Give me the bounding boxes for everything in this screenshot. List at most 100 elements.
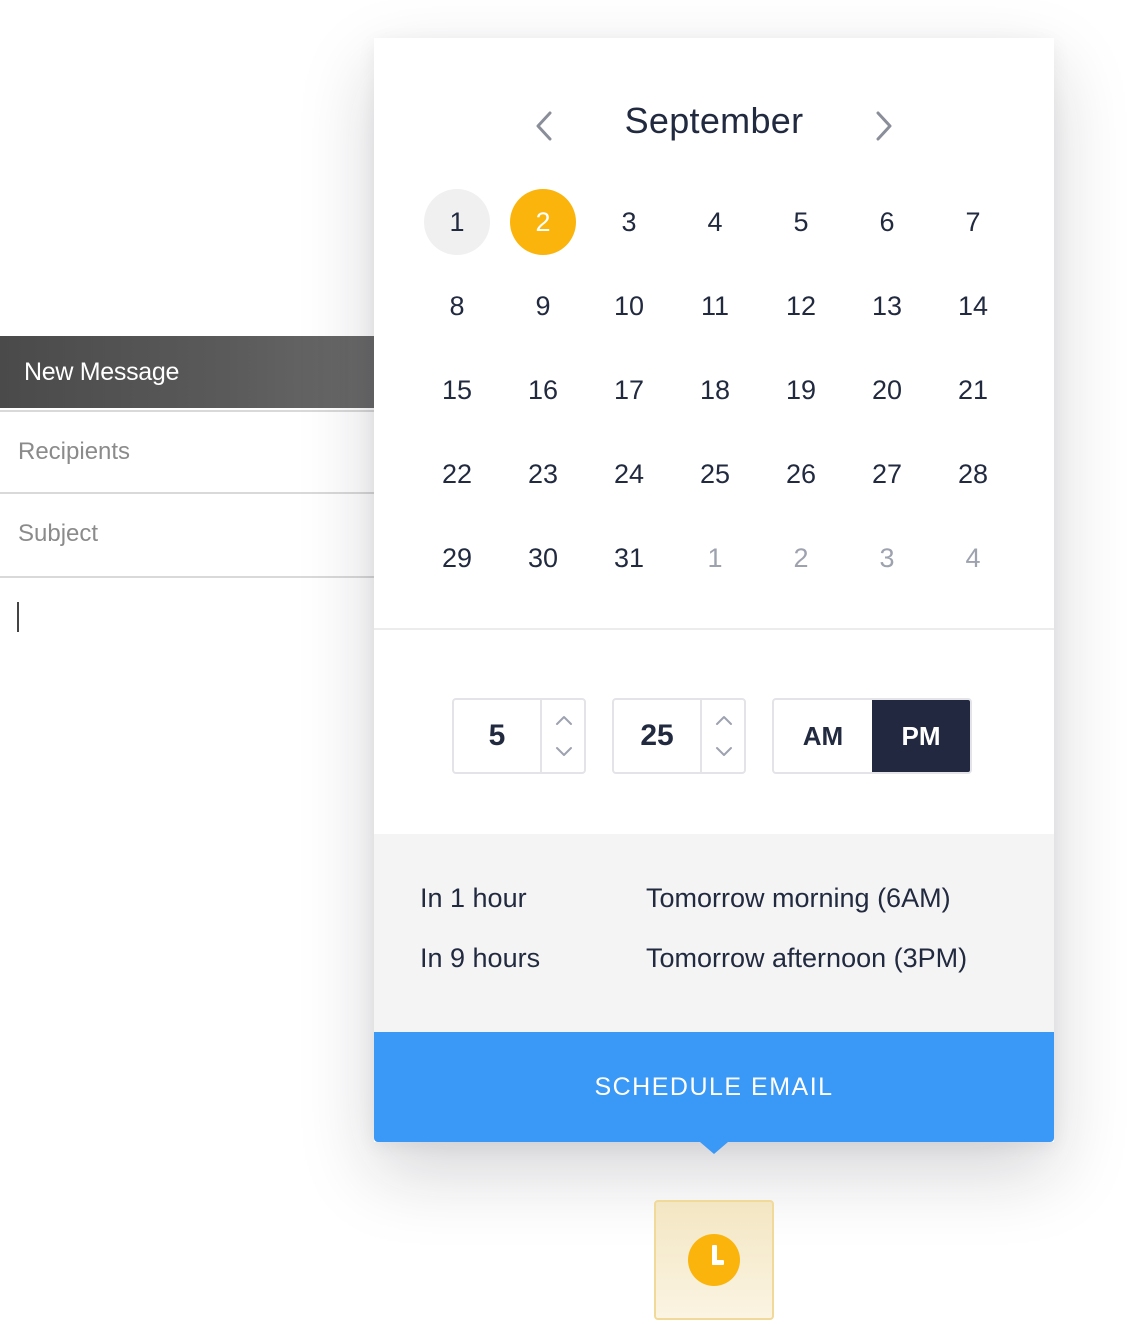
calendar-day[interactable]: 28 (930, 432, 1016, 516)
month-navigation: September (374, 86, 1054, 166)
calendar-day-label: 19 (785, 374, 817, 405)
calendar-day-label: 23 (527, 458, 559, 489)
hour-value[interactable]: 5 (454, 700, 540, 772)
quick-option-in-1-hour[interactable]: In 1 hour (420, 883, 527, 914)
calendar-day-label: 31 (613, 542, 645, 573)
hour-down-button[interactable] (542, 734, 586, 770)
calendar-day-label: 3 (879, 542, 895, 573)
calendar-week-row: 15 16 17 18 19 20 21 (414, 348, 1018, 432)
calendar-day[interactable]: 18 (672, 348, 758, 432)
calendar-day-label: 30 (527, 542, 559, 573)
calendar-day-label: 20 (871, 374, 903, 405)
am-button[interactable]: AM (774, 700, 872, 772)
calendar-day[interactable]: 7 (930, 180, 1016, 264)
time-picker: 5 25 AM PM (374, 698, 1054, 774)
minute-spinner[interactable]: 25 (612, 698, 746, 774)
calendar-day[interactable]: 31 (586, 516, 672, 600)
calendar-day[interactable]: 26 (758, 432, 844, 516)
compose-window: New Message Recipients Subject (0, 336, 380, 736)
popup-pointer (700, 1142, 728, 1154)
minute-down-button[interactable] (702, 734, 746, 770)
quick-option-in-9-hours[interactable]: In 9 hours (420, 943, 540, 974)
calendar-day[interactable]: 4 (672, 180, 758, 264)
hour-up-button[interactable] (542, 702, 586, 738)
calendar-day[interactable]: 16 (500, 348, 586, 432)
calendar-week-row: 29 30 31 1 2 3 4 (414, 516, 1018, 600)
calendar-day-label: 11 (700, 290, 730, 321)
calendar-day[interactable]: 9 (500, 264, 586, 348)
calendar-day-label: 24 (613, 458, 645, 489)
schedule-popup: September 1 2 3 4 5 6 7 8 9 10 11 12 13 14 15 16 17 18 19 2… (374, 38, 1054, 1154)
minute-up-button[interactable] (702, 702, 746, 738)
calendar-day-label: 26 (785, 458, 817, 489)
calendar-week-row: 12 3 4 5 6 7 (414, 180, 1018, 264)
calendar-day-label: 16 (527, 374, 559, 405)
hour-spinner[interactable]: 5 (452, 698, 586, 774)
calendar-day-muted[interactable]: 3 (844, 516, 930, 600)
calendar-day-muted[interactable]: 1 (672, 516, 758, 600)
calendar-day[interactable]: 6 (844, 180, 930, 264)
calendar-grid: 1 2 3 4 5 6 7 8 9 10 11 12 13 14 15 16 17 18 19 20 21 22 23 24 2… (414, 180, 1018, 600)
calendar-day-label: 13 (871, 290, 903, 321)
chevron-up-icon (556, 716, 572, 725)
calendar-day-label: 17 (613, 374, 645, 405)
calendar-day[interactable]: 13 (844, 264, 930, 348)
chevron-down-icon (716, 747, 732, 756)
schedule-email-button[interactable]: SCHEDULE EMAIL (374, 1032, 1054, 1142)
calendar-day-selected[interactable]: 2 (500, 180, 586, 264)
pm-button[interactable]: PM (872, 700, 970, 772)
calendar-day[interactable]: 8 (414, 264, 500, 348)
quick-option-tomorrow-morning[interactable]: Tomorrow morning (6AM) (646, 883, 951, 914)
calendar-day-label: 6 (879, 206, 895, 237)
schedule-trigger-button[interactable] (654, 1200, 774, 1320)
calendar-week-row: 22 23 24 25 26 27 28 (414, 432, 1018, 516)
calendar-day[interactable]: 29 (414, 516, 500, 600)
calendar-day[interactable]: 27 (844, 432, 930, 516)
clock-icon (688, 1234, 740, 1286)
calendar-day-label: 3 (621, 206, 637, 237)
calendar-day[interactable]: 17 (586, 348, 672, 432)
calendar-day[interactable]: 25 (672, 432, 758, 516)
calendar-day[interactable]: 22 (414, 432, 500, 516)
calendar-day[interactable]: 24 (586, 432, 672, 516)
calendar-day-label: 1 (424, 189, 490, 255)
subject-field[interactable]: Subject (0, 494, 374, 578)
calendar-day[interactable]: 5 (758, 180, 844, 264)
quick-option-tomorrow-afternoon[interactable]: Tomorrow afternoon (3PM) (646, 943, 967, 974)
am-pm-toggle: AM PM (772, 698, 972, 774)
compose-title: New Message (0, 336, 374, 408)
calendar-day-label: 29 (441, 542, 473, 573)
calendar-day-label: 10 (613, 290, 645, 321)
calendar-day-label: 22 (441, 458, 473, 489)
calendar-day-label: 7 (965, 206, 981, 237)
calendar-day-label: 2 (510, 189, 576, 255)
calendar-day-muted[interactable]: 2 (758, 516, 844, 600)
recipients-field[interactable]: Recipients (0, 410, 374, 494)
prev-month-button[interactable] (524, 106, 564, 146)
quick-options: In 1 hour In 9 hours Tomorrow morning (6… (374, 834, 1054, 1032)
next-month-button[interactable] (864, 106, 904, 146)
calendar-day[interactable]: 3 (586, 180, 672, 264)
calendar-day[interactable]: 30 (500, 516, 586, 600)
calendar-day-muted[interactable]: 4 (930, 516, 1016, 600)
calendar-day[interactable]: 20 (844, 348, 930, 432)
calendar-day[interactable]: 14 (930, 264, 1016, 348)
calendar-day-label: 12 (785, 290, 817, 321)
minute-value[interactable]: 25 (614, 700, 700, 772)
calendar-day[interactable]: 12 (758, 264, 844, 348)
calendar-day-label: 25 (699, 458, 731, 489)
calendar-day-label: 18 (699, 374, 731, 405)
calendar-day[interactable]: 11 (672, 264, 758, 348)
calendar-day-label: 27 (871, 458, 903, 489)
calendar-day[interactable]: 15 (414, 348, 500, 432)
calendar-day[interactable]: 19 (758, 348, 844, 432)
calendar-day[interactable]: 21 (930, 348, 1016, 432)
calendar-day-today[interactable]: 1 (414, 180, 500, 264)
calendar-day[interactable]: 10 (586, 264, 672, 348)
body-text-cursor[interactable] (17, 602, 19, 632)
calendar-day-label: 14 (957, 290, 989, 321)
calendar-day-label: 2 (793, 542, 809, 573)
calendar-day-label: 1 (707, 542, 723, 573)
calendar-day-label: 8 (449, 290, 465, 321)
calendar-day[interactable]: 23 (500, 432, 586, 516)
